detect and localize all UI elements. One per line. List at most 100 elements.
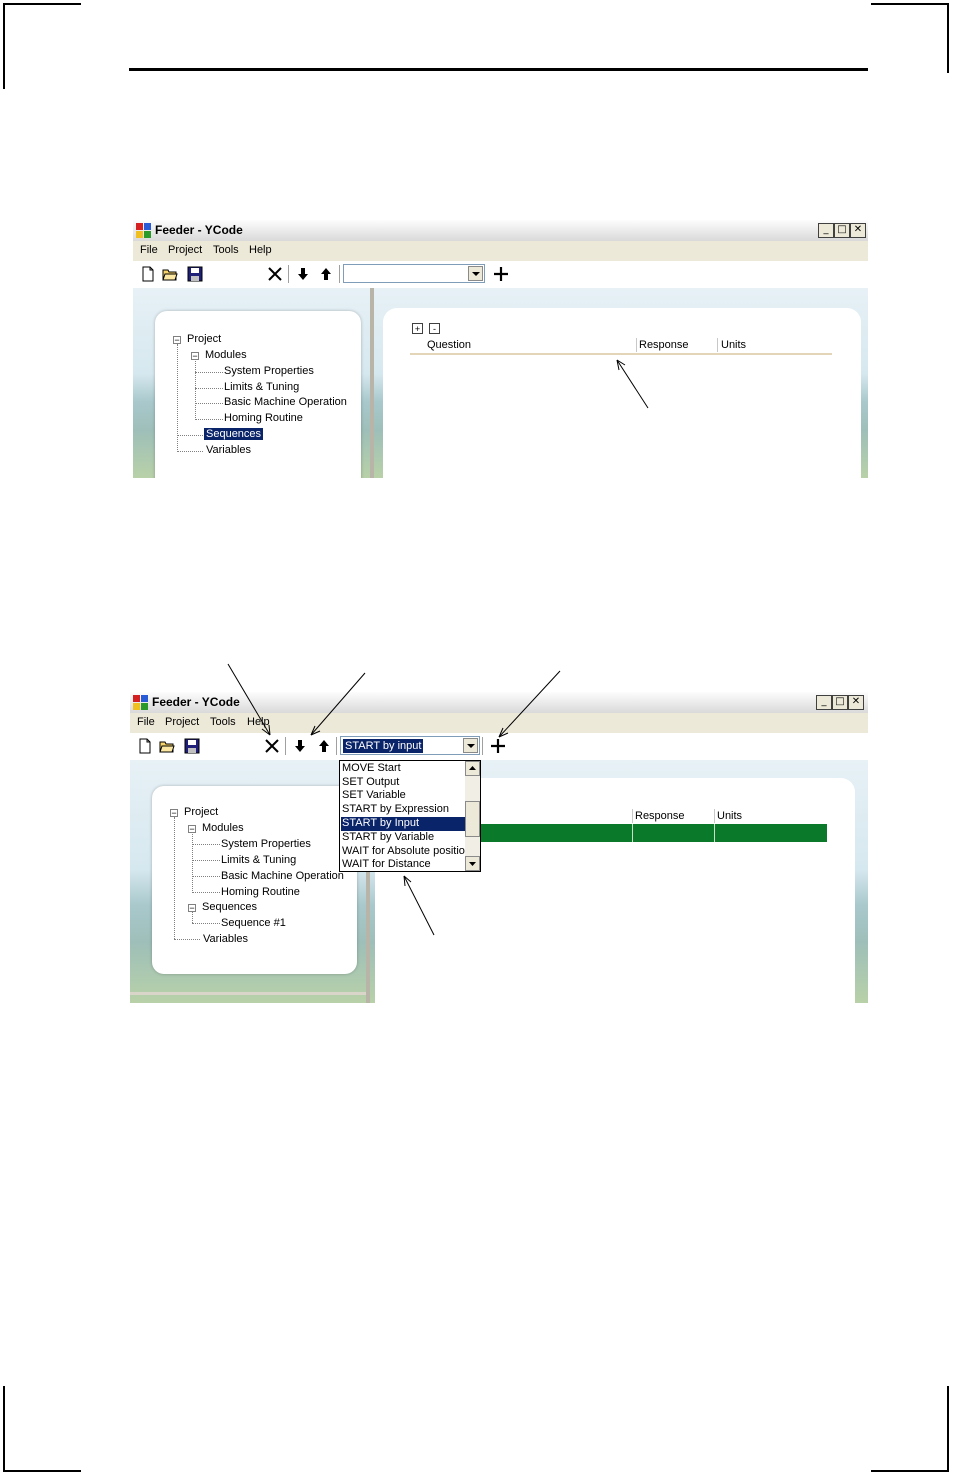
column-header-response[interactable]: Response — [639, 339, 689, 351]
move-down-icon[interactable] — [292, 738, 308, 754]
tree-line — [174, 939, 200, 940]
maximize-button[interactable]: □ — [832, 695, 848, 710]
menu-help[interactable]: Help — [247, 716, 270, 728]
tree-line — [195, 388, 223, 389]
open-folder-icon[interactable] — [162, 266, 178, 282]
tree-node-sequence-1[interactable]: Sequence #1 — [221, 917, 286, 929]
tree-node-homing-routine[interactable]: Homing Routine — [221, 886, 300, 898]
splitter[interactable] — [370, 288, 374, 478]
scrollbar[interactable] — [465, 761, 480, 871]
collapse-icon[interactable]: − — [170, 809, 178, 818]
move-up-icon[interactable] — [318, 266, 334, 282]
tree-line — [192, 892, 220, 893]
scroll-up-icon[interactable] — [465, 761, 480, 776]
dropdown-item-wait-distance[interactable]: WAIT for Distance — [341, 858, 466, 872]
tree-line — [174, 817, 175, 939]
window-title: Feeder - YCode — [155, 223, 243, 237]
save-icon[interactable] — [187, 266, 203, 282]
menu-project[interactable]: Project — [165, 716, 199, 728]
delete-icon[interactable] — [264, 738, 280, 754]
new-file-icon[interactable] — [140, 266, 156, 282]
chevron-down-icon[interactable] — [468, 266, 483, 281]
scrollbar-thumb[interactable] — [465, 801, 480, 837]
tree-line — [195, 403, 223, 404]
app-icon — [136, 223, 151, 238]
dropdown-item-move-start[interactable]: MOVE Start — [341, 762, 466, 776]
dropdown-item-set-variable[interactable]: SET Variable — [341, 789, 466, 803]
close-button[interactable]: ✕ — [850, 223, 866, 238]
column-header-units[interactable]: Units — [717, 810, 742, 822]
menu-tools[interactable]: Tools — [210, 716, 236, 728]
tree-node-modules[interactable]: Modules — [202, 822, 244, 834]
maximize-button[interactable]: □ — [834, 223, 850, 238]
tree-line — [192, 923, 220, 924]
column-divider — [632, 824, 633, 842]
column-header-question[interactable]: Question — [427, 339, 471, 351]
tree-node-project[interactable]: Project — [187, 333, 221, 345]
command-dropdown-list: MOVE Start SET Output SET Variable START… — [339, 760, 481, 872]
column-divider — [636, 338, 637, 352]
dropdown-item-wait-absolute-position[interactable]: WAIT for Absolute positio — [341, 845, 466, 859]
collapse-icon[interactable]: − — [173, 336, 181, 345]
tree-node-variables[interactable]: Variables — [206, 444, 251, 456]
close-button[interactable]: ✕ — [848, 695, 864, 710]
crop-mark — [871, 3, 949, 5]
move-up-icon[interactable] — [316, 738, 332, 754]
tree-node-project[interactable]: Project — [184, 806, 218, 818]
delete-icon[interactable] — [267, 266, 283, 282]
crop-mark — [947, 3, 949, 73]
tree-node-sequences[interactable]: Sequences — [202, 901, 257, 913]
tree-line — [195, 419, 223, 420]
dropdown-item-start-by-variable[interactable]: START by Variable — [341, 831, 466, 845]
menu-project[interactable]: Project — [168, 244, 202, 256]
chevron-down-icon[interactable] — [463, 738, 478, 753]
menu-file[interactable]: File — [140, 244, 158, 256]
expand-all-button[interactable]: + — [412, 323, 423, 334]
sequence-grid: + - Question Response Units — [383, 308, 861, 478]
tree-node-basic-machine-operation[interactable]: Basic Machine Operation — [221, 870, 344, 882]
tree-node-basic-machine-operation[interactable]: Basic Machine Operation — [224, 396, 347, 408]
minimize-button[interactable]: _ — [816, 695, 832, 710]
window-title: Feeder - YCode — [152, 695, 240, 709]
combo-value — [346, 267, 350, 269]
tree-node-modules[interactable]: Modules — [205, 349, 247, 361]
menu-file[interactable]: File — [137, 716, 155, 728]
collapse-all-button[interactable]: - — [429, 323, 440, 334]
tree-node-limits-tuning[interactable]: Limits & Tuning — [221, 854, 296, 866]
column-header-response[interactable]: Response — [635, 810, 685, 822]
tree-node-system-properties[interactable]: System Properties — [224, 365, 314, 377]
save-icon[interactable] — [184, 738, 200, 754]
dropdown-item-start-by-input[interactable]: START by Input — [341, 817, 466, 831]
toolbar — [133, 261, 868, 289]
command-combo[interactable] — [343, 264, 485, 283]
tree-node-limits-tuning[interactable]: Limits & Tuning — [224, 381, 299, 393]
move-down-icon[interactable] — [295, 266, 311, 282]
tree-node-system-properties[interactable]: System Properties — [221, 838, 311, 850]
project-tree: − Project − Modules System Properties Li… — [155, 311, 361, 478]
menu-help[interactable]: Help — [249, 244, 272, 256]
add-icon[interactable] — [490, 738, 506, 754]
tree-node-variables[interactable]: Variables — [203, 933, 248, 945]
add-icon[interactable] — [493, 266, 509, 282]
screenshot-2: Feeder - YCode _ □ ✕ File Project Tools … — [130, 692, 868, 1003]
project-tree: − Project − Modules System Properties Li… — [152, 786, 357, 974]
new-file-icon[interactable] — [137, 738, 153, 754]
dropdown-item-set-output[interactable]: SET Output — [341, 776, 466, 790]
collapse-icon[interactable]: − — [188, 904, 196, 913]
scroll-down-icon[interactable] — [465, 856, 480, 871]
column-header-units[interactable]: Units — [721, 339, 746, 351]
dropdown-item-start-by-expression[interactable]: START by Expression — [341, 803, 466, 817]
collapse-icon[interactable]: − — [188, 825, 196, 834]
tree-node-sequences[interactable]: Sequences — [204, 428, 264, 440]
command-combo[interactable]: START by input — [340, 736, 480, 755]
tree-node-homing-routine[interactable]: Homing Routine — [224, 412, 303, 424]
tree-line — [192, 860, 220, 861]
tree-line — [192, 876, 220, 877]
title-bar: Feeder - YCode _ □ ✕ — [133, 220, 868, 242]
open-folder-icon[interactable] — [159, 738, 175, 754]
minimize-button[interactable]: _ — [818, 223, 834, 238]
table-row[interactable] — [481, 824, 827, 842]
collapse-icon[interactable]: − — [191, 352, 199, 361]
toolbar-separator — [288, 265, 289, 283]
menu-tools[interactable]: Tools — [213, 244, 239, 256]
